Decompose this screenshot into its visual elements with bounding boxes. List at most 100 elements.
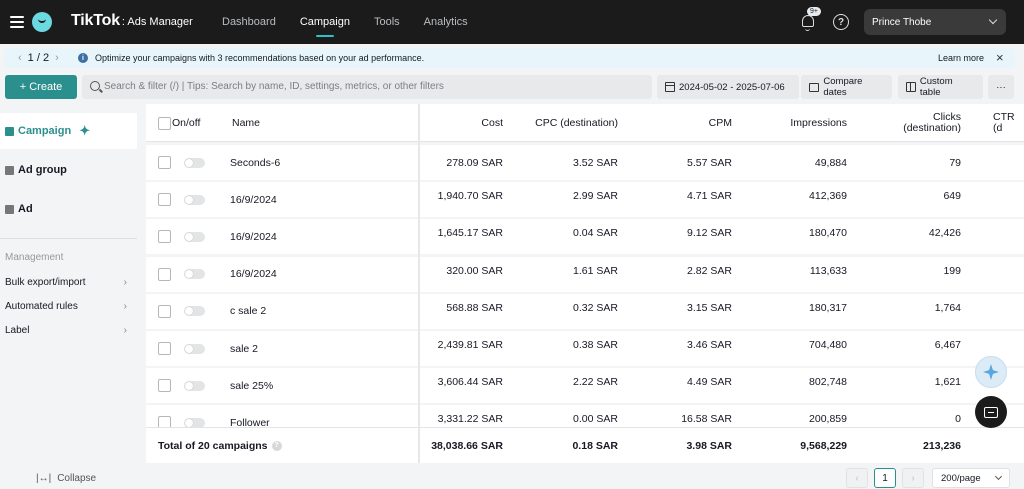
apps-icon[interactable]: [32, 12, 52, 32]
status-toggle[interactable]: [184, 368, 205, 403]
impressions-cell: 113,633: [809, 264, 847, 277]
sidebar-link-label: Label: [5, 325, 30, 336]
nav-dashboard[interactable]: Dashboard: [210, 0, 288, 44]
campaign-name-link[interactable]: 16/9/2024: [230, 257, 277, 292]
create-button[interactable]: + Create: [5, 75, 77, 99]
notifications-button[interactable]: 9+: [800, 7, 821, 32]
more-options-button[interactable]: ···: [988, 75, 1014, 99]
campaign-name-link[interactable]: 16/9/2024: [230, 182, 277, 217]
cost-cell: 1,940.70 SAR: [437, 190, 503, 203]
totals-label-text: Total of 20 campaigns: [158, 440, 268, 452]
select-all-checkbox[interactable]: [158, 104, 171, 142]
hamburger-icon[interactable]: [10, 16, 24, 28]
status-toggle[interactable]: [184, 257, 205, 292]
status-toggle[interactable]: [184, 219, 205, 254]
col-cpm[interactable]: CPM: [656, 104, 732, 142]
clicks-cell: 79: [949, 156, 961, 169]
chat-support-button[interactable]: [975, 396, 1007, 428]
chevron-right-icon: ›: [123, 325, 127, 336]
clicks-cell: 42,426: [928, 227, 961, 240]
col-cpc[interactable]: CPC (destination): [508, 104, 618, 142]
totals-label: Total of 20 campaigns ?: [158, 428, 282, 463]
help-icon[interactable]: ?: [833, 14, 849, 30]
row-checkbox[interactable]: [158, 257, 171, 292]
top-navigation: TikTok : Ads Manager Dashboard Campaign …: [0, 0, 1024, 44]
date-range-picker[interactable]: 2024-05-02 - 2025-07-06: [657, 75, 799, 99]
sidebar-item-ad-group[interactable]: Ad group: [0, 152, 137, 188]
prev-page-button[interactable]: ‹: [846, 468, 868, 488]
sidebar-link-automated-rules[interactable]: Automated rules ›: [5, 301, 127, 312]
sidebar-item-ad[interactable]: Ad: [0, 191, 137, 227]
row-checkbox[interactable]: [158, 145, 171, 180]
clicks-cell: 6,467: [934, 339, 961, 351]
row-checkbox[interactable]: [158, 182, 171, 217]
total-clicks: 213,236: [923, 440, 961, 452]
table-row[interactable]: c sale 2 568.88 SAR 0.32 SAR 3.15 SAR 180,31…: [146, 293, 1024, 329]
brand-name: TikTok: [71, 12, 120, 29]
page-size-select[interactable]: 200/page: [932, 468, 1010, 488]
learn-more-link[interactable]: Learn more: [938, 53, 984, 63]
row-checkbox[interactable]: [158, 368, 171, 403]
table-row[interactable]: 16/9/2024 320.00 SAR 1.61 SAR 2.82 SAR 113,6…: [146, 256, 1024, 292]
status-toggle[interactable]: [184, 294, 205, 329]
row-checkbox[interactable]: [158, 331, 171, 366]
table-row[interactable]: sale 25% 3,606.44 SAR 2.22 SAR 4.49 SAR 802,…: [146, 368, 1024, 404]
close-icon[interactable]: ×: [996, 50, 1004, 65]
table-row[interactable]: Seconds-6 278.09 SAR 3.52 SAR 5.57 SAR 49,88…: [146, 145, 1024, 180]
cpc-cell: 1.61 SAR: [573, 264, 618, 277]
col-impressions[interactable]: Impressions: [746, 104, 847, 142]
next-recommendation-icon[interactable]: ›: [55, 52, 59, 64]
cpc-cell: 3.52 SAR: [573, 156, 618, 169]
nav-tools[interactable]: Tools: [362, 0, 412, 44]
help-icon[interactable]: ?: [271, 441, 282, 451]
prev-recommendation-icon[interactable]: ‹: [18, 52, 22, 64]
info-icon: i: [78, 53, 88, 63]
status-toggle[interactable]: [184, 182, 205, 217]
account-switcher[interactable]: Prince Thobe: [864, 9, 1006, 35]
cpm-cell: 4.71 SAR: [687, 190, 732, 203]
table-row[interactable]: sale 2 2,439.81 SAR 0.38 SAR 3.46 SAR 704,48…: [146, 331, 1024, 366]
collapse-sidebar-button[interactable]: |↔| Collapse: [36, 473, 96, 484]
search-placeholder: Search & filter (/) | Tips: Search by na…: [104, 81, 444, 92]
status-toggle[interactable]: [184, 145, 205, 180]
table-row[interactable]: 16/9/2024 1,645.17 SAR 0.04 SAR 9.12 SAR 180…: [146, 219, 1024, 255]
folder-icon: [5, 126, 14, 136]
cpc-cell: 0.38 SAR: [573, 339, 618, 351]
custom-table-button[interactable]: Custom table: [898, 75, 983, 99]
compare-dates-button[interactable]: Compare dates: [801, 75, 892, 99]
pin-icon[interactable]: ✦: [79, 123, 90, 139]
campaign-name-link[interactable]: sale 25%: [230, 368, 273, 403]
row-checkbox[interactable]: [158, 219, 171, 254]
pagination: ‹ 1 › 200/page: [846, 468, 1010, 488]
nav-campaign[interactable]: Campaign: [288, 0, 362, 44]
col-ctr[interactable]: CTR (d: [993, 104, 1024, 142]
cpm-cell: 3.15 SAR: [687, 301, 732, 314]
menu-toggle[interactable]: [10, 11, 60, 33]
bell-icon: [802, 15, 814, 31]
table-header: On/off Name Cost CPC (destination) CPM I…: [146, 104, 1024, 142]
row-checkbox[interactable]: [158, 294, 171, 329]
col-clicks[interactable]: Clicks (destination): [876, 104, 961, 142]
sidebar-link-bulk-export-import[interactable]: Bulk export/import ›: [5, 277, 127, 288]
sidebar-link-label-mgmt[interactable]: Label ›: [5, 325, 127, 336]
table-row[interactable]: 16/9/2024 1,940.70 SAR 2.99 SAR 4.71 SAR 412…: [146, 182, 1024, 218]
status-toggle[interactable]: [184, 331, 205, 366]
total-cost: 38,038.66 SAR: [431, 440, 503, 452]
next-page-button[interactable]: ›: [902, 468, 924, 488]
col-cost[interactable]: Cost: [426, 104, 503, 142]
page-number[interactable]: 1: [874, 468, 896, 488]
tiktok-ads-manager-logo[interactable]: TikTok : Ads Manager: [71, 12, 193, 30]
campaign-name-link[interactable]: 16/9/2024: [230, 219, 277, 254]
search-filter-input[interactable]: Search & filter (/) | Tips: Search by na…: [82, 75, 652, 99]
nav-analytics[interactable]: Analytics: [412, 0, 480, 44]
campaign-name-link[interactable]: c sale 2: [230, 294, 266, 329]
sidebar-item-campaign[interactable]: Campaign ✦: [0, 113, 137, 149]
recommendation-banner: ‹ 1 / 2 › i Optimize your campaigns with…: [4, 48, 1015, 68]
col-name[interactable]: Name: [232, 104, 260, 142]
campaign-name-link[interactable]: sale 2: [230, 331, 258, 366]
brand-subtitle: : Ads Manager: [121, 16, 193, 28]
campaign-name-link[interactable]: Seconds-6: [230, 145, 280, 180]
col-onoff[interactable]: On/off: [172, 104, 200, 142]
assistant-button[interactable]: [975, 356, 1007, 388]
collapse-icon: |↔|: [36, 473, 52, 484]
